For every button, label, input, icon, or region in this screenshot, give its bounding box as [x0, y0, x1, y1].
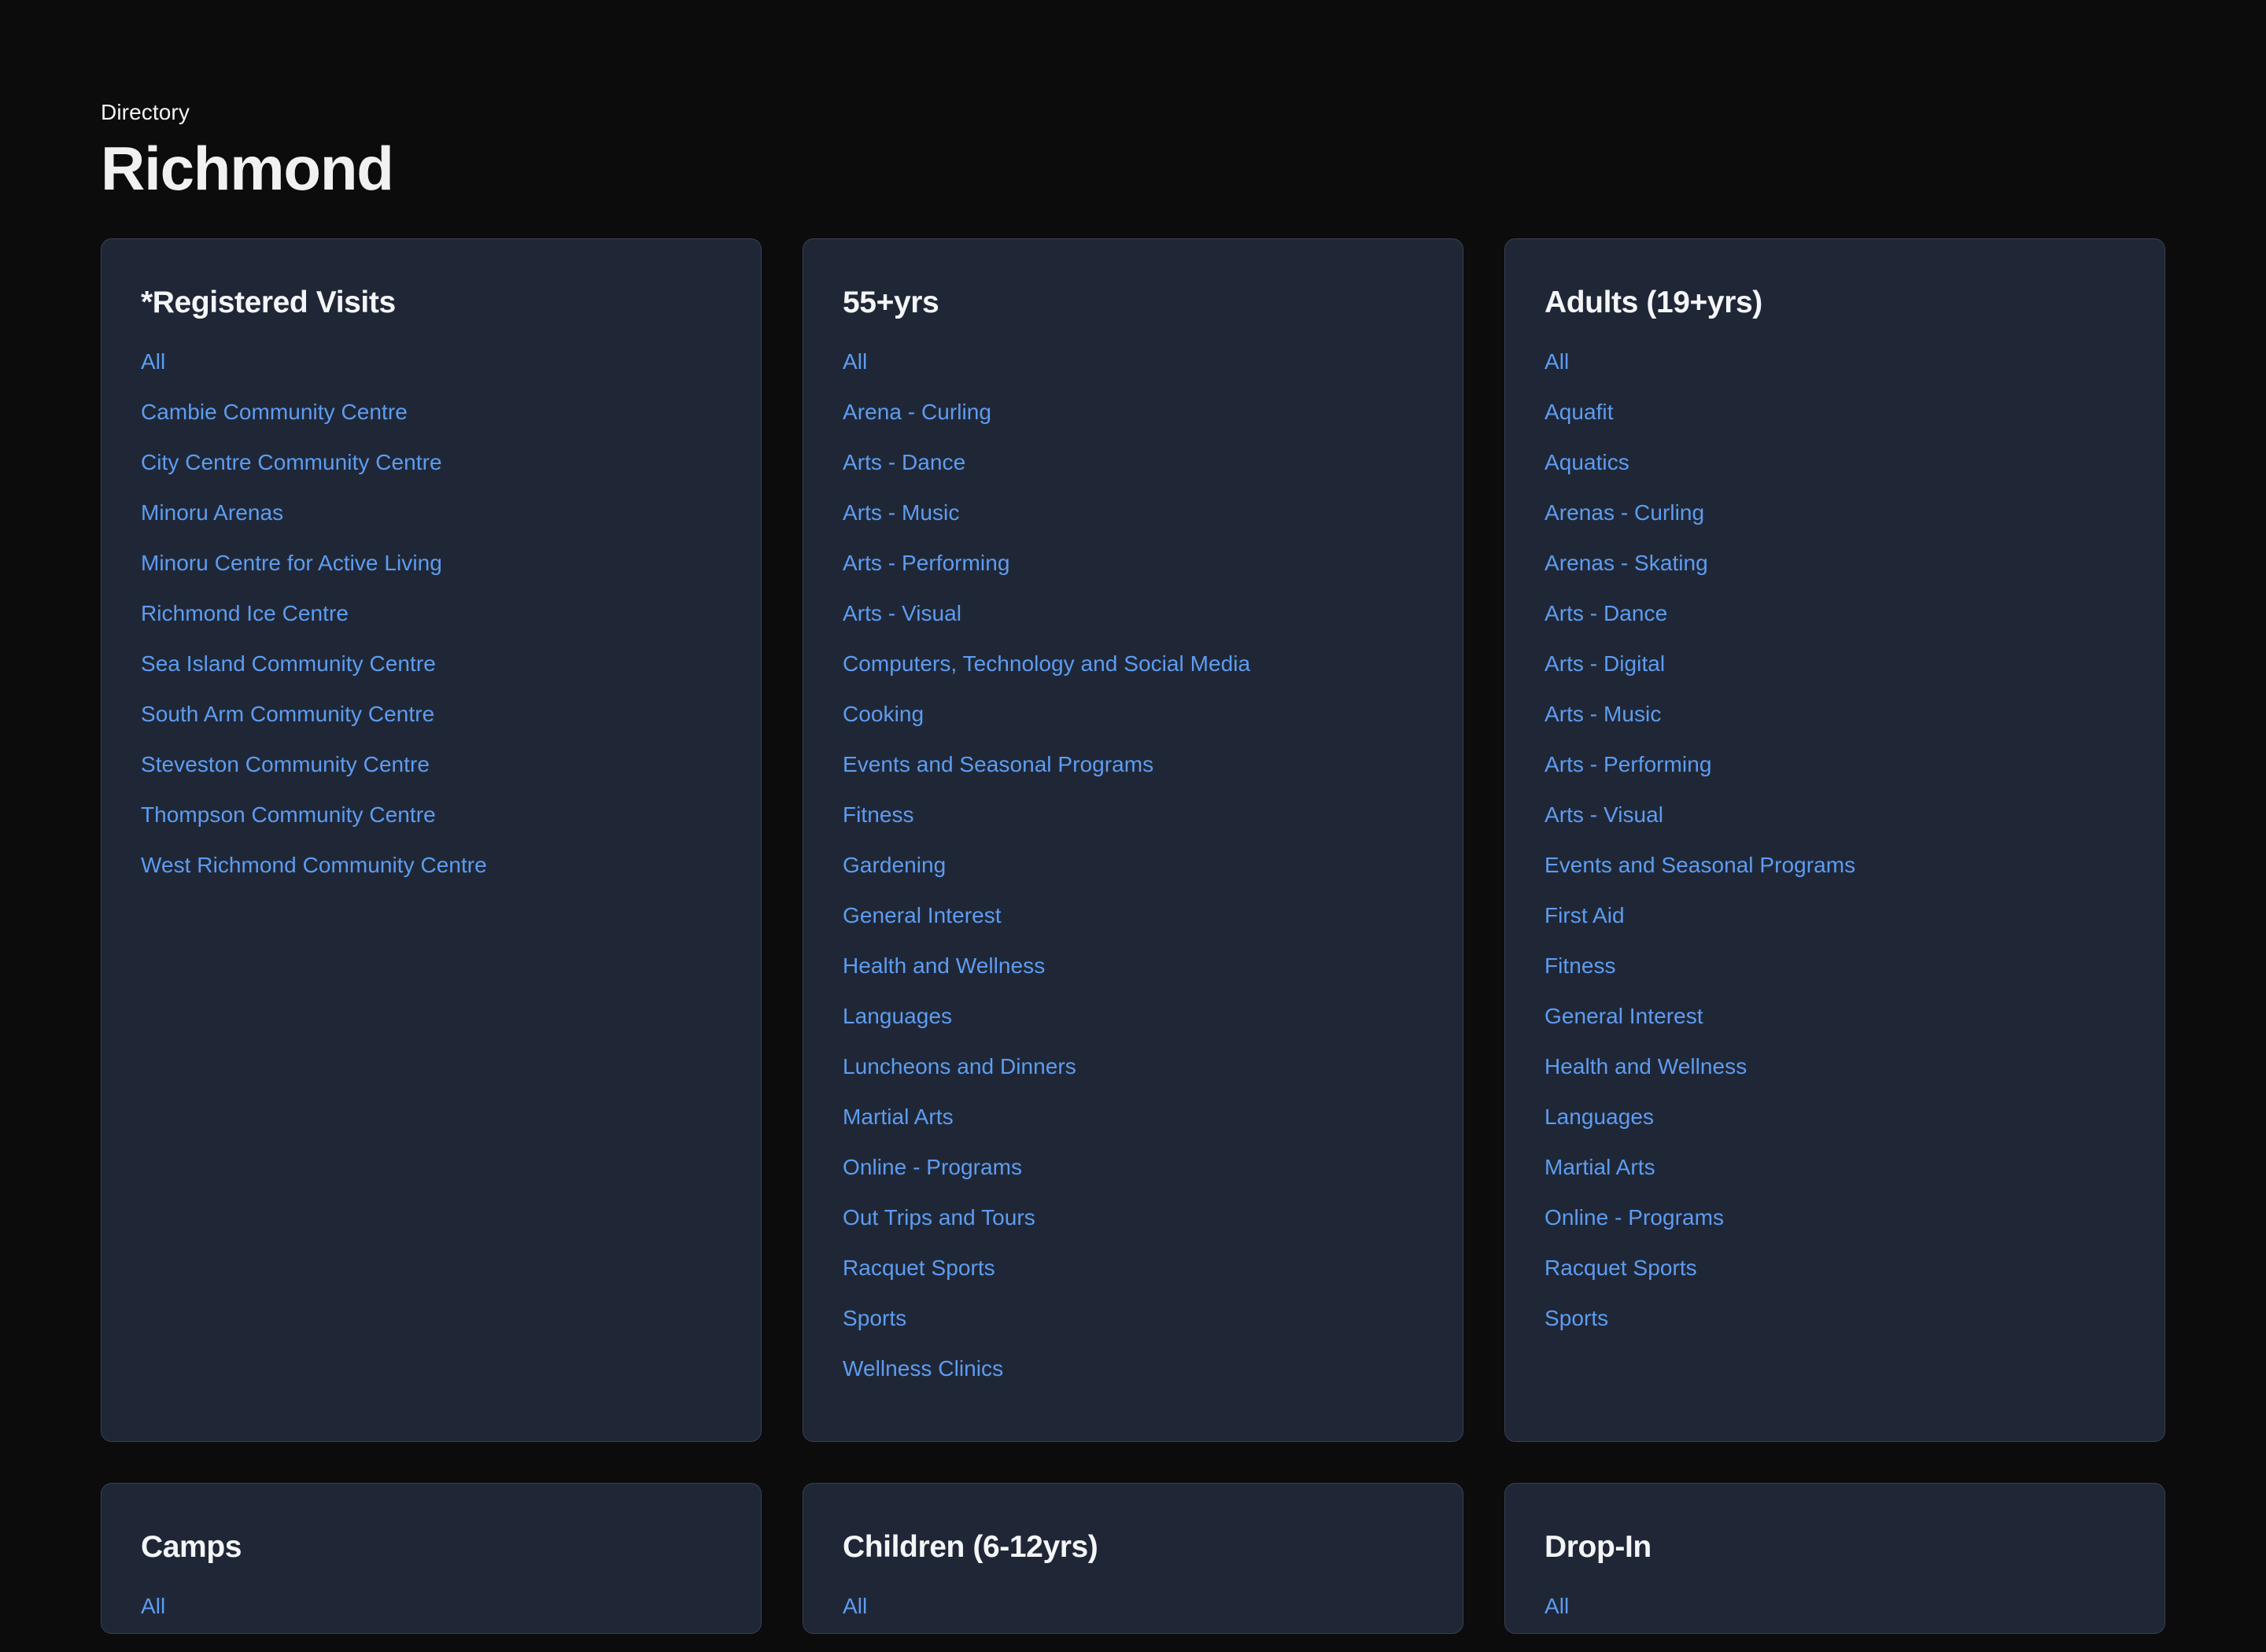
category-card: *Registered Visits AllCambie Community Ce… — [101, 238, 762, 1442]
category-link-list: AllCambie Community CentreCity Centre Co… — [141, 348, 722, 891]
category-link[interactable]: Wellness Clinics — [843, 1344, 1423, 1394]
category-card-title: Adults (19+yrs) — [1544, 285, 2125, 321]
page-title: Richmond — [101, 132, 2165, 205]
category-card: Children (6-12yrs) All — [803, 1483, 1463, 1634]
category-link[interactable]: Fitness — [843, 790, 1423, 840]
category-link[interactable]: Minoru Centre for Active Living — [141, 538, 722, 588]
page-header: Directory Richmond — [101, 0, 2165, 205]
category-link[interactable]: Minoru Arenas — [141, 488, 722, 538]
category-link-list: All — [141, 1593, 722, 1632]
category-link[interactable]: Arts - Dance — [843, 437, 1423, 488]
category-card: Drop-In All — [1504, 1483, 2165, 1634]
category-link[interactable]: Cambie Community Centre — [141, 387, 722, 437]
category-link[interactable]: Thompson Community Centre — [141, 790, 722, 840]
category-link-list: All — [843, 1593, 1423, 1632]
category-link[interactable]: Arts - Digital — [1544, 639, 2125, 689]
category-card: 55+yrsAllArena - CurlingArts - DanceArts… — [803, 238, 1463, 1442]
category-link[interactable]: All — [141, 1593, 722, 1632]
category-link[interactable]: Events and Seasonal Programs — [1544, 840, 2125, 891]
category-link[interactable]: Steveston Community Centre — [141, 739, 722, 790]
category-link[interactable]: Arts - Dance — [1544, 588, 2125, 639]
category-link[interactable]: Online - Programs — [843, 1142, 1423, 1193]
category-card-title: 55+yrs — [843, 285, 1423, 321]
category-link[interactable]: Arts - Music — [1544, 689, 2125, 739]
category-link[interactable]: Racquet Sports — [1544, 1243, 2125, 1293]
category-link-list: AllAquafitAquaticsArenas - CurlingArenas… — [1544, 348, 2125, 1344]
category-link[interactable]: Out Trips and Tours — [843, 1193, 1423, 1243]
category-link[interactable]: Sports — [843, 1293, 1423, 1344]
category-link[interactable]: Languages — [843, 991, 1423, 1042]
category-link[interactable]: Arenas - Curling — [1544, 488, 2125, 538]
category-link[interactable]: Arts - Performing — [843, 538, 1423, 588]
category-link[interactable]: Health and Wellness — [1544, 1042, 2125, 1092]
category-link[interactable]: Arenas - Skating — [1544, 538, 2125, 588]
category-link[interactable]: Sports — [1544, 1293, 2125, 1344]
category-link[interactable]: Health and Wellness — [843, 941, 1423, 991]
category-link[interactable]: All — [141, 348, 722, 387]
category-card: Camps All — [101, 1483, 762, 1634]
category-link[interactable]: South Arm Community Centre — [141, 689, 722, 739]
category-link[interactable]: Events and Seasonal Programs — [843, 739, 1423, 790]
category-link[interactable]: Richmond Ice Centre — [141, 588, 722, 639]
category-link[interactable]: Fitness — [1544, 941, 2125, 991]
category-link[interactable]: General Interest — [1544, 991, 2125, 1042]
category-link[interactable]: West Richmond Community Centre — [141, 840, 722, 891]
category-card-grid: *Registered VisitsAllCambie Community Ce… — [101, 238, 2165, 1634]
category-link[interactable]: Aquatics — [1544, 437, 2125, 488]
category-link[interactable]: Cooking — [843, 689, 1423, 739]
category-link[interactable]: City Centre Community Centre — [141, 437, 722, 488]
category-link[interactable]: General Interest — [843, 891, 1423, 941]
category-link[interactable]: Racquet Sports — [843, 1243, 1423, 1293]
category-link[interactable]: Luncheons and Dinners — [843, 1042, 1423, 1092]
category-link[interactable]: Languages — [1544, 1092, 2125, 1142]
category-link[interactable]: Arts - Performing — [1544, 739, 2125, 790]
category-link[interactable]: Arts - Visual — [843, 588, 1423, 639]
category-card-title: Children (6-12yrs) — [843, 1529, 1423, 1565]
category-link[interactable]: Aquafit — [1544, 387, 2125, 437]
category-link[interactable]: Sea Island Community Centre — [141, 639, 722, 689]
category-card-title: Drop-In — [1544, 1529, 2125, 1565]
category-link[interactable]: Arts - Visual — [1544, 790, 2125, 840]
category-link[interactable]: Gardening — [843, 840, 1423, 891]
category-card: Adults (19+yrs)AllAquafitAquaticsArenas … — [1504, 238, 2165, 1442]
category-link[interactable]: All — [843, 1593, 1423, 1632]
category-link[interactable]: All — [1544, 348, 2125, 387]
category-link-list: All — [1544, 1593, 2125, 1632]
category-link[interactable]: All — [843, 348, 1423, 387]
category-link[interactable]: All — [1544, 1593, 2125, 1632]
directory-page: Directory Richmond *Registered Visits All… — [0, 0, 2266, 1652]
category-card-title: Camps — [141, 1529, 722, 1565]
category-link[interactable]: Martial Arts — [843, 1092, 1423, 1142]
category-link[interactable]: Martial Arts — [1544, 1142, 2125, 1193]
category-link[interactable]: First Aid — [1544, 891, 2125, 941]
category-link[interactable]: Online - Programs — [1544, 1193, 2125, 1243]
category-link[interactable]: Computers, Technology and Social Media — [843, 639, 1423, 689]
category-link[interactable]: Arts - Music — [843, 488, 1423, 538]
category-link-list: AllArena - CurlingArts - DanceArts - Mus… — [843, 348, 1423, 1394]
breadcrumb-directory: Directory — [101, 99, 2165, 126]
category-link[interactable]: Arena - Curling — [843, 387, 1423, 437]
category-card-title: *Registered Visits — [141, 285, 722, 321]
